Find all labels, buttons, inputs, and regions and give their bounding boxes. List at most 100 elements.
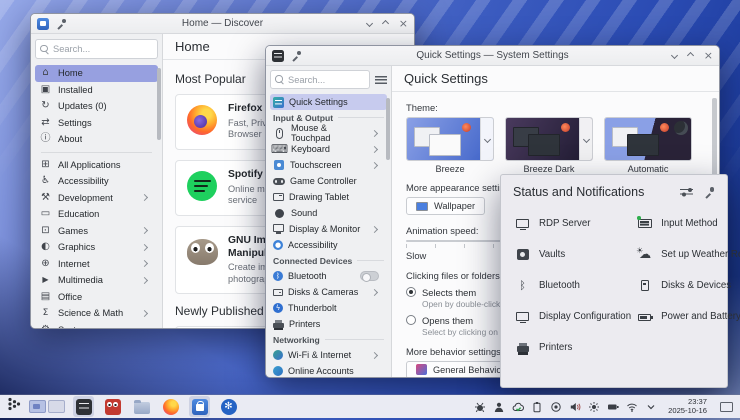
sidebar-scrollbar[interactable]: [386, 98, 390, 160]
bluetooth-toggle[interactable]: [360, 271, 379, 281]
sidebar-item-about[interactable]: About: [35, 131, 158, 148]
tablet-icon: [273, 193, 284, 201]
tray-wifi-icon[interactable]: [626, 401, 638, 413]
maximize-icon[interactable]: [382, 20, 389, 27]
taskbar-system-settings[interactable]: [73, 396, 94, 417]
clock[interactable]: 23:37 2025-10-16: [668, 398, 707, 415]
sidebar-item-office[interactable]: Office: [35, 289, 158, 306]
sidebar-item-bluetooth[interactable]: ᛒBluetooth: [270, 268, 387, 284]
sidebar-item-display-monitor[interactable]: Display & Monitor: [270, 221, 387, 237]
show-desktop-button[interactable]: [720, 402, 733, 412]
status-item-input-method[interactable]: Input Method: [635, 208, 740, 239]
sidebar-item-internet[interactable]: Internet: [35, 256, 158, 273]
status-item-disks-devices[interactable]: Disks & Devices: [635, 270, 740, 301]
status-item-rdp-server[interactable]: RDP Server: [513, 208, 631, 239]
sidebar-item-game-controller[interactable]: Game Controller: [270, 173, 387, 189]
sidebar-item-keyboard[interactable]: Keyboard: [270, 141, 387, 157]
sidebar-item-education[interactable]: Education: [35, 206, 158, 223]
tray-volume-icon[interactable]: [569, 401, 581, 413]
sidebar-item-multimedia[interactable]: Multimedia: [35, 272, 158, 289]
system-settings-app-icon: [272, 50, 284, 62]
sidebar-item-sound[interactable]: Sound: [270, 205, 387, 221]
graphics-icon: [39, 242, 52, 252]
hamburger-menu-icon[interactable]: [375, 76, 387, 84]
pin-icon[interactable]: [292, 51, 302, 61]
status-item-printers[interactable]: Printers: [513, 332, 631, 363]
theme-dropdown-button[interactable]: [579, 118, 592, 160]
settings-titlebar[interactable]: Quick Settings — System Settings ×: [266, 46, 719, 66]
theme-card-breeze-dark[interactable]: Breeze Dark: [505, 117, 593, 174]
pin-icon[interactable]: [57, 19, 67, 29]
status-item-power-battery[interactable]: Power and Battery: [635, 301, 740, 332]
minimize-icon[interactable]: [671, 52, 678, 59]
sidebar-item-home[interactable]: Home: [35, 65, 158, 82]
accessibility-icon: ●: [273, 240, 283, 250]
status-item-bluetooth[interactable]: ᛒBluetooth: [513, 270, 631, 301]
search-input[interactable]: [288, 75, 369, 85]
sidebar-item-development[interactable]: Development: [35, 190, 158, 207]
tray-expand-chevron-icon[interactable]: [645, 401, 657, 413]
sidebar-item-thunderbolt[interactable]: ϟThunderbolt: [270, 300, 387, 316]
tray-updates-icon[interactable]: [474, 401, 486, 413]
discover-search[interactable]: [35, 39, 158, 59]
touchscreen-icon: [274, 160, 284, 170]
taskbar-file-manager[interactable]: [131, 396, 152, 417]
sidebar-item-online-accounts[interactable]: Online Accounts: [270, 363, 387, 378]
sidebar-item-games[interactable]: Games: [35, 223, 158, 240]
taskbar-blue-swirl-app[interactable]: ✻: [218, 396, 239, 417]
info-icon: [39, 134, 52, 144]
sidebar-item-quick-settings[interactable]: Quick Settings: [270, 94, 387, 110]
sidebar-item-all-applications[interactable]: All Applications: [35, 157, 158, 174]
settings-search[interactable]: [270, 70, 370, 89]
close-icon[interactable]: ×: [704, 50, 713, 61]
theme-card-breeze[interactable]: Breeze: [406, 117, 494, 174]
app-launcher-icon[interactable]: [7, 397, 21, 416]
radio-selected-icon: [406, 287, 416, 297]
sidebar-item-wifi-internet[interactable]: Wi-Fi & Internet: [270, 347, 387, 363]
status-item-display-configuration[interactable]: Display Configuration: [513, 301, 631, 332]
tray-clipboard-icon[interactable]: [531, 401, 543, 413]
sidebar-item-system[interactable]: System: [35, 322, 158, 330]
sidebar-item-printers[interactable]: Printers: [270, 316, 387, 332]
wallpaper-button[interactable]: Wallpaper: [406, 197, 485, 215]
taskbar-gimp[interactable]: [102, 396, 123, 417]
taskbar-firefox[interactable]: [160, 396, 181, 417]
sidebar-item-science-math[interactable]: Science & Math: [35, 305, 158, 322]
tray-battery-icon[interactable]: [607, 401, 619, 413]
sidebar-item-updates[interactable]: Updates (0): [35, 98, 158, 115]
tray-user-icon[interactable]: [493, 401, 505, 413]
display-icon: [515, 312, 530, 321]
tray-brightness-icon[interactable]: [588, 401, 600, 413]
sidebar-item-touchscreen[interactable]: Touchscreen: [270, 157, 387, 173]
maximize-icon[interactable]: [687, 52, 694, 59]
sidebar-scrollbar[interactable]: [157, 68, 161, 140]
general-behavior-button[interactable]: General Behavior: [406, 361, 515, 378]
chevron-right-icon: [371, 129, 378, 136]
desktop-2[interactable]: [48, 400, 65, 413]
theme-dropdown-button[interactable]: [480, 118, 493, 160]
sidebar-item-accessibility[interactable]: Accessibility: [35, 173, 158, 190]
taskbar-discover[interactable]: [189, 396, 210, 417]
search-input[interactable]: [53, 44, 157, 54]
minimize-icon[interactable]: [366, 20, 373, 27]
discover-titlebar[interactable]: Home — Discover ×: [31, 14, 414, 34]
desktop-1[interactable]: [29, 400, 46, 413]
tray-screen-record-icon[interactable]: [550, 401, 562, 413]
status-item-vaults[interactable]: Vaults: [513, 239, 631, 270]
sidebar-item-installed[interactable]: Installed: [35, 82, 158, 99]
sidebar-item-accessibility[interactable]: ●Accessibility: [270, 237, 387, 253]
sidebar-item-mouse-touchpad[interactable]: Mouse & Touchpad: [270, 125, 387, 141]
installed-icon: [39, 85, 52, 95]
virtual-desktop-pager[interactable]: [29, 400, 65, 413]
sidebar-item-disks-cameras[interactable]: Disks & Cameras: [270, 284, 387, 300]
tray-cloud-sync-icon[interactable]: [512, 401, 524, 413]
status-item-weather[interactable]: Set up Weather Report…: [635, 239, 740, 270]
sidebar-item-settings[interactable]: Settings: [35, 115, 158, 132]
close-icon[interactable]: ×: [399, 18, 408, 29]
sidebar-item-drawing-tablet[interactable]: Drawing Tablet: [270, 189, 387, 205]
theme-card-automatic[interactable]: Automatic: [604, 117, 692, 174]
pin-icon[interactable]: [705, 187, 715, 197]
configure-icon[interactable]: [680, 187, 693, 197]
page-title: Quick Settings: [392, 66, 719, 92]
sidebar-item-graphics[interactable]: Graphics: [35, 239, 158, 256]
